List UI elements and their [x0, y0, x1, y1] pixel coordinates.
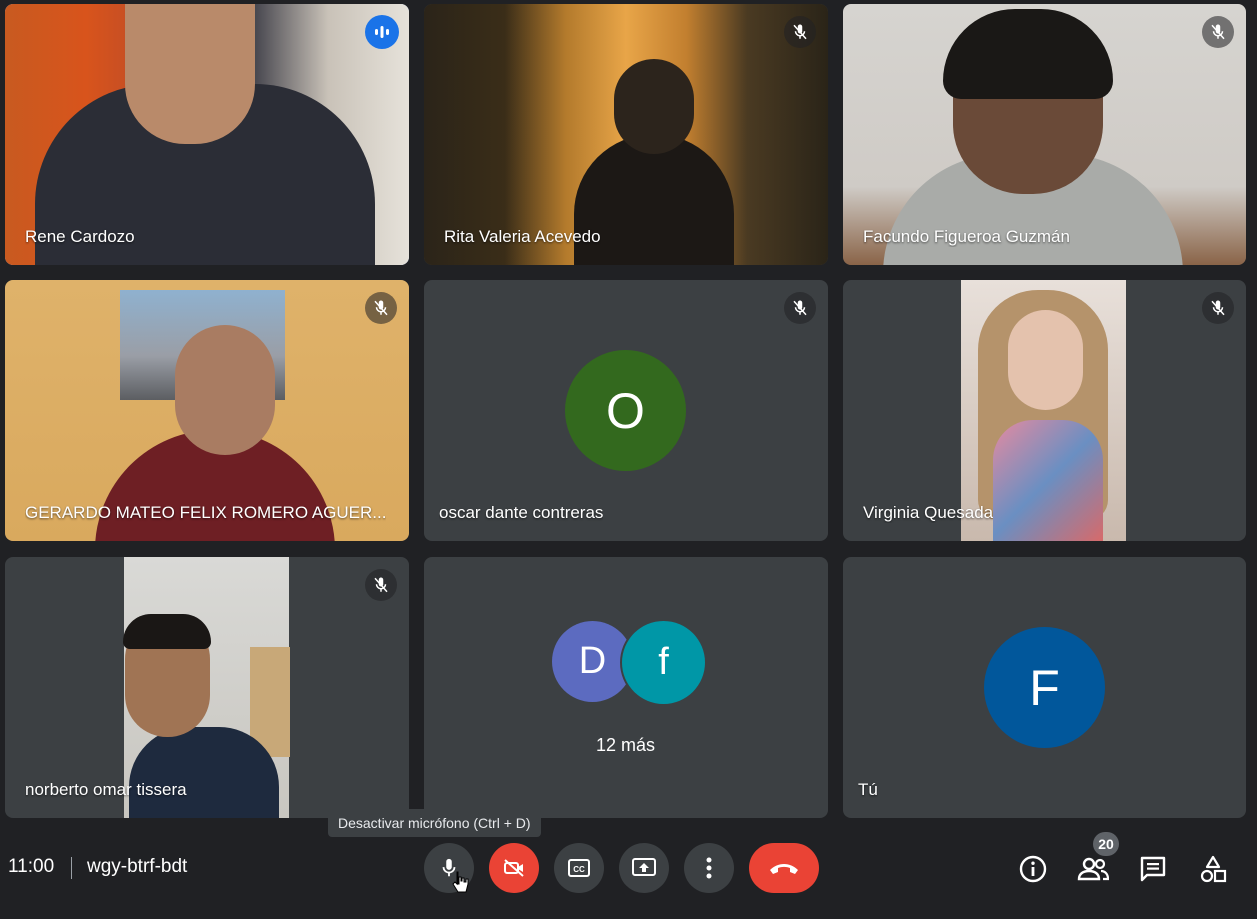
info-icon	[1019, 855, 1047, 883]
participant-tile-self[interactable]: F Tú	[843, 557, 1246, 818]
end-call-button[interactable]	[749, 843, 819, 893]
activities-button[interactable]	[1193, 849, 1233, 889]
more-options-icon	[706, 857, 712, 879]
participant-tile-rene[interactable]: Rene Cardozo	[5, 4, 409, 265]
microphone-muted-icon	[784, 16, 816, 48]
microphone-tooltip: Desactivar micrófono (Ctrl + D)	[328, 809, 541, 837]
person-head	[125, 4, 255, 144]
participant-name: Facundo Figueroa Guzmán	[863, 227, 1070, 246]
captions-button[interactable]: CC	[554, 843, 604, 893]
person-head	[175, 325, 275, 455]
chat-button[interactable]	[1133, 849, 1173, 889]
participant-name: Rita Valeria Acevedo	[444, 227, 601, 246]
divider	[71, 857, 72, 879]
participant-tile-gerardo[interactable]: GERARDO MATEO FELIX ROMERO AGUER...	[5, 280, 409, 541]
end-call-icon	[770, 864, 798, 874]
participant-tile-rita[interactable]: Rita Valeria Acevedo	[424, 4, 828, 265]
person-head	[614, 59, 694, 154]
participant-name: oscar dante contreras	[439, 503, 604, 522]
captions-icon: CC	[568, 859, 590, 877]
chat-icon	[1140, 856, 1166, 882]
participant-name: GERARDO MATEO FELIX ROMERO AGUER...	[25, 503, 387, 522]
camera-off-icon	[504, 859, 524, 877]
meeting-info-button[interactable]	[1013, 849, 1053, 889]
participant-name: Tú	[858, 780, 878, 799]
microphone-muted-icon	[784, 292, 816, 324]
participant-count-badge: 20	[1093, 832, 1119, 856]
participant-tile-virginia[interactable]: Virginia Quesada	[843, 280, 1246, 541]
present-screen-icon	[632, 858, 656, 876]
person-silhouette	[129, 727, 279, 818]
more-options-button[interactable]	[684, 843, 734, 893]
microphone-muted-icon	[365, 292, 397, 324]
activities-icon	[1200, 855, 1227, 883]
person-scarf	[993, 420, 1103, 541]
participant-name: norberto omar tissera	[25, 780, 187, 799]
participant-tile-facundo[interactable]: Facundo Figueroa Guzmán	[843, 4, 1246, 265]
people-icon	[1077, 857, 1109, 881]
person-hair	[123, 614, 211, 649]
microphone-muted-icon	[1202, 16, 1234, 48]
meeting-code: wgy-btrf-bdt	[87, 856, 188, 877]
participant-avatar: F	[984, 627, 1105, 748]
person-head	[1008, 310, 1083, 410]
participant-avatar: O	[565, 350, 686, 471]
participant-avatar: D	[552, 621, 633, 702]
present-screen-button[interactable]	[619, 843, 669, 893]
participant-avatar: f	[622, 621, 705, 704]
meeting-time: 11:00	[8, 856, 55, 877]
microphone-muted-icon	[1202, 292, 1234, 324]
microphone-muted-icon	[365, 569, 397, 601]
participant-name: Rene Cardozo	[25, 227, 135, 246]
more-participants-tile[interactable]: D f 12 más	[424, 557, 828, 818]
more-participants-label: 12 más	[596, 735, 656, 755]
svg-text:CC: CC	[573, 865, 585, 874]
camera-toggle-button[interactable]	[489, 843, 539, 893]
participant-tile-oscar[interactable]: O oscar dante contreras	[424, 280, 828, 541]
mouse-cursor-icon	[452, 871, 469, 893]
speaking-indicator-icon	[365, 15, 399, 49]
participant-tile-norberto[interactable]: norberto omar tissera	[5, 557, 409, 818]
participant-name: Virginia Quesada	[863, 503, 994, 522]
